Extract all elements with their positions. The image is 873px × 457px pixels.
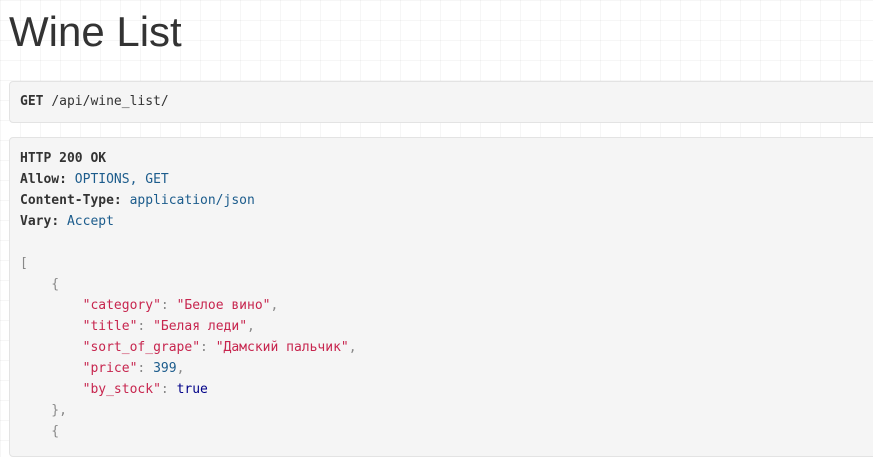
request-method: GET	[20, 94, 44, 109]
json-array-open: [	[20, 256, 28, 271]
json-object-open: {	[20, 277, 60, 292]
json-value: Белая леди	[160, 319, 240, 334]
json-value: 399	[153, 361, 177, 376]
page-title: Wine List	[9, 8, 182, 55]
header-name: Vary	[20, 214, 52, 229]
header-vary: Vary: Accept	[20, 214, 114, 229]
header-value: application/json	[129, 193, 255, 208]
request-path: /api/wine_list/	[51, 94, 169, 109]
json-object-close: },	[20, 403, 67, 418]
json-key: title	[90, 319, 130, 334]
request-info: GET /api/wine_list/	[9, 81, 873, 123]
json-key: category	[90, 298, 154, 313]
json-value: Белое вино	[184, 298, 263, 313]
json-field-title: "title": "Белая леди",	[82, 319, 255, 334]
json-field-sort-of-grape: "sort_of_grape": "Дамский пальчик",	[82, 340, 357, 355]
json-key: price	[90, 361, 130, 376]
json-value: Дамский пальчик	[223, 340, 341, 355]
header-name: Allow	[20, 172, 60, 187]
status-line: HTTP 200 OK	[20, 151, 107, 166]
json-field-by-stock: "by_stock": true	[82, 382, 208, 397]
header-content-type: Content-Type: application/json	[20, 193, 255, 208]
response-content: HTTP 200 OK Allow: OPTIONS, GET Content-Ty…	[9, 137, 873, 457]
json-value: true	[176, 382, 208, 397]
header-value: OPTIONS, GET	[74, 172, 169, 187]
json-key: by_stock	[90, 382, 154, 397]
header-value: Accept	[66, 214, 114, 229]
header-name: Content-Type	[20, 193, 114, 208]
header-allow: Allow: OPTIONS, GET	[20, 172, 169, 187]
json-object-open: {	[20, 424, 60, 439]
json-key: sort_of_grape	[90, 340, 193, 355]
json-field-price: "price": 399,	[82, 361, 185, 376]
json-field-category: "category": "Белое вино",	[82, 298, 279, 313]
